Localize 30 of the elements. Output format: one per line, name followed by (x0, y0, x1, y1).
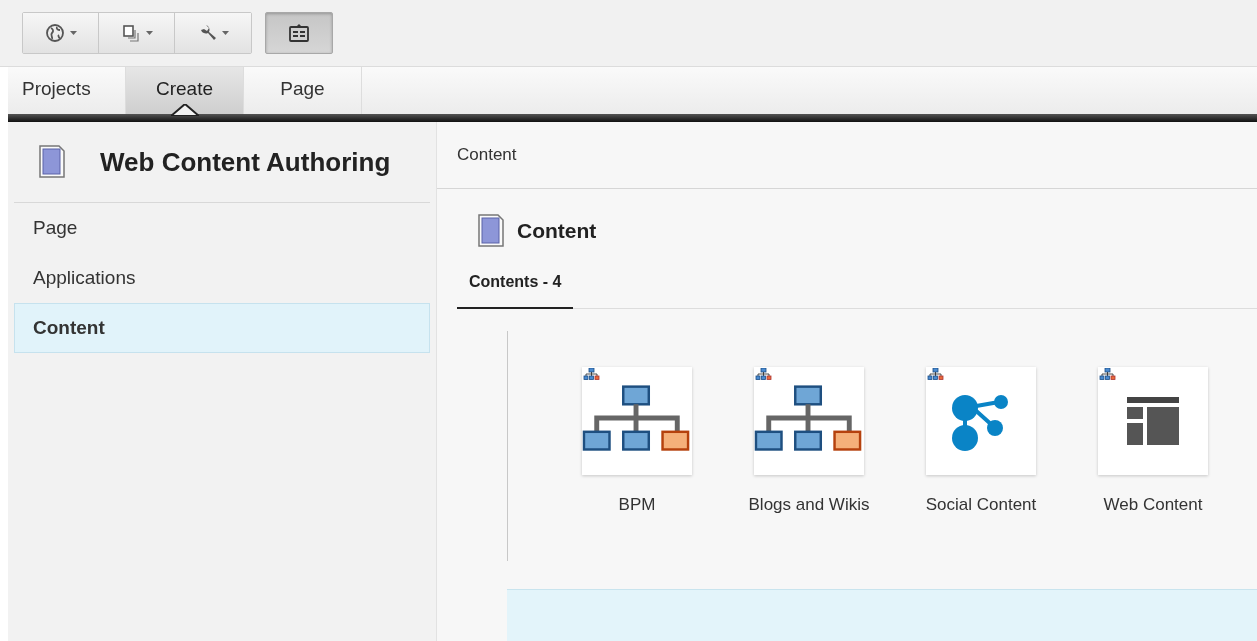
item-label: Web Content (1103, 495, 1203, 515)
breadcrumb: Content (437, 122, 1257, 189)
pages-menu-button[interactable] (99, 13, 175, 53)
tab[interactable]: Contents - 4 (457, 263, 574, 309)
item-label: Social Content (925, 495, 1037, 515)
hierarchy-icon (755, 368, 772, 380)
content-card[interactable] (1098, 367, 1208, 475)
sidebar-item[interactable]: Content (14, 303, 430, 353)
globe-icon (44, 23, 65, 43)
panel-icon (288, 22, 310, 44)
panel-title: Web Content Authoring (100, 146, 391, 178)
item-label: Blogs and Wikis (748, 495, 870, 515)
pages-icon (120, 23, 141, 43)
document-icon (477, 213, 505, 249)
sidebar-item[interactable]: Applications (14, 253, 430, 303)
pointer-icon (171, 104, 199, 116)
panel-toggle-button[interactable] (265, 12, 333, 54)
globe-menu-button[interactable] (23, 13, 99, 53)
hierarchy-icon (927, 368, 944, 380)
hierarchy-icon (583, 368, 600, 380)
content-card[interactable] (754, 367, 864, 475)
content-card[interactable] (582, 367, 692, 475)
tab[interactable]: Create (126, 67, 244, 114)
layout-icon (1125, 395, 1181, 447)
item-label: BPM (618, 495, 656, 515)
hierarchy-icon (1099, 368, 1116, 380)
sidebar-item[interactable]: Page (14, 203, 430, 253)
section-title: Content (517, 219, 597, 243)
document-icon (38, 144, 66, 180)
content-card[interactable] (926, 367, 1036, 475)
